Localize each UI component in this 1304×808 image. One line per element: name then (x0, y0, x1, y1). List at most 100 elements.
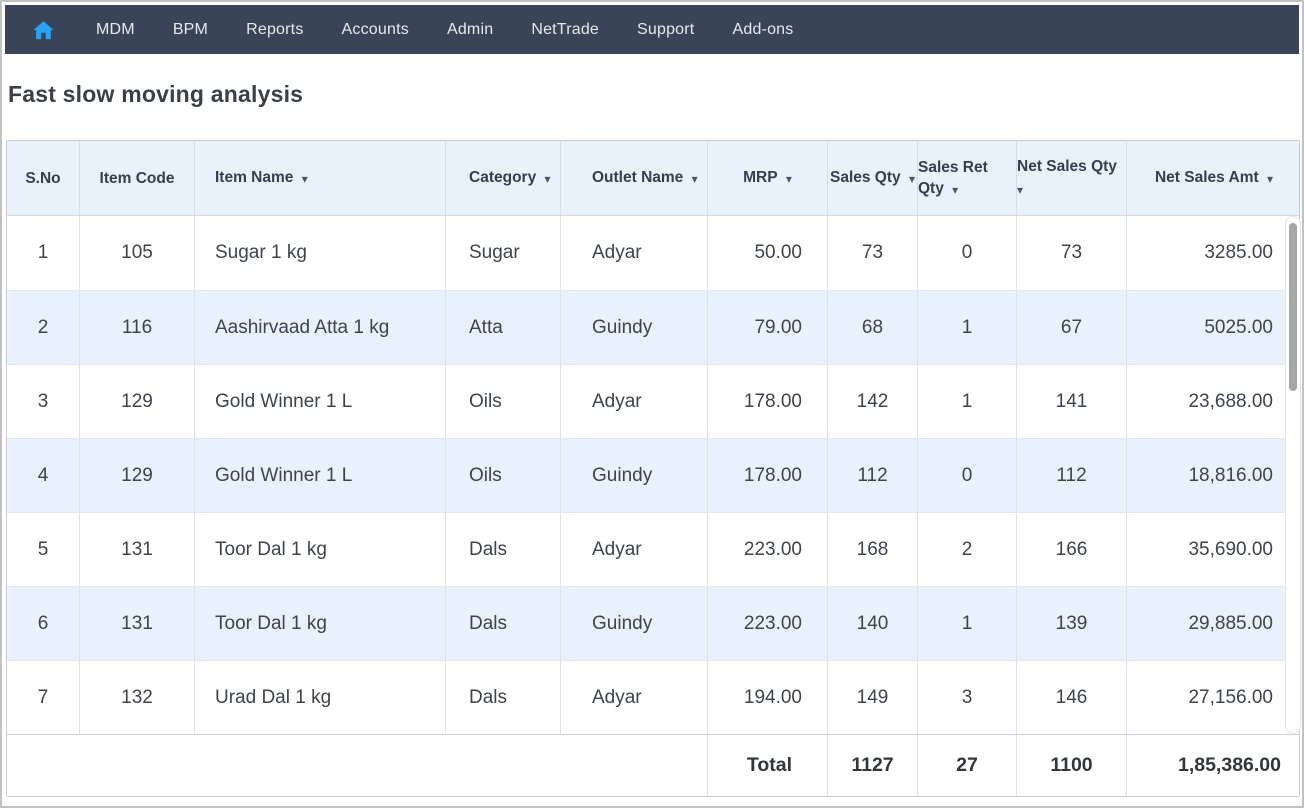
column-header-outlet_name[interactable]: Outlet Name ▾ (560, 141, 707, 215)
cell-sales_qty: 149 (827, 661, 917, 734)
cell-mrp: 79.00 (707, 291, 827, 364)
table-rows: 1105Sugar 1 kgSugarAdyar50.00730733285.0… (7, 216, 1285, 734)
column-header-net_sales_qty[interactable]: Net Sales Qty ▾ (1016, 141, 1126, 215)
column-header-net_sales_amt[interactable]: Net Sales Amt ▾ (1126, 141, 1301, 215)
column-header-label: MRP ▾ (743, 167, 792, 189)
cell-net_sales_amt: 23,688.00 (1126, 365, 1285, 438)
total-label: Total (707, 735, 827, 796)
table-body: 1105Sugar 1 kgSugarAdyar50.00730733285.0… (7, 216, 1299, 734)
cell-sales_qty: 140 (827, 587, 917, 660)
home-icon[interactable] (23, 19, 63, 41)
page: MDMBPMReportsAccountsAdminNetTradeSuppor… (0, 0, 1304, 808)
total-sales_ret_qty: 27 (917, 735, 1016, 796)
table-row: 6131Toor Dal 1 kgDalsGuindy223.001401139… (7, 586, 1285, 660)
cell-sales_qty: 68 (827, 291, 917, 364)
page-title: Fast slow moving analysis (8, 79, 1299, 109)
column-header-item_name[interactable]: Item Name ▾ (194, 141, 445, 215)
cell-net_sales_qty: 141 (1016, 365, 1126, 438)
cell-outlet_name: Adyar (560, 216, 707, 290)
cell-net_sales_qty: 67 (1016, 291, 1126, 364)
cell-item_code: 105 (79, 216, 194, 290)
cell-net_sales_amt: 5025.00 (1126, 291, 1285, 364)
cell-mrp: 50.00 (707, 216, 827, 290)
cell-item_name: Gold Winner 1 L (194, 365, 445, 438)
total-sales_qty: 1127 (827, 735, 917, 796)
column-header-label: Sales Ret Qty ▾ (918, 157, 1016, 200)
cell-sales_ret_qty: 0 (917, 439, 1016, 512)
cell-outlet_name: Adyar (560, 661, 707, 734)
cell-outlet_name: Adyar (560, 513, 707, 586)
column-header-label: Net Sales Qty ▾ (1017, 156, 1126, 200)
cell-category: Oils (445, 365, 560, 438)
cell-sno: 5 (7, 513, 79, 586)
nav-item-bpm[interactable]: BPM (154, 8, 227, 52)
cell-sales_ret_qty: 1 (917, 587, 1016, 660)
cell-outlet_name: Guindy (560, 439, 707, 512)
scrollbar-thumb[interactable] (1289, 223, 1297, 391)
cell-net_sales_amt: 29,885.00 (1126, 587, 1285, 660)
nav-item-admin[interactable]: Admin (428, 8, 512, 52)
cell-net_sales_amt: 18,816.00 (1126, 439, 1285, 512)
total-row-spacer (7, 735, 707, 796)
sort-caret-icon: ▾ (906, 172, 915, 186)
sort-caret-icon: ▾ (1017, 183, 1023, 197)
top-nav: MDMBPMReportsAccountsAdminNetTradeSuppor… (5, 5, 1299, 54)
sort-caret-icon: ▾ (949, 183, 958, 197)
column-header-label: Item Code (100, 168, 175, 189)
cell-item_name: Urad Dal 1 kg (194, 661, 445, 734)
column-header-category[interactable]: Category ▾ (445, 141, 560, 215)
cell-net_sales_qty: 112 (1016, 439, 1126, 512)
column-header-sales_ret_qty[interactable]: Sales Ret Qty ▾ (917, 141, 1016, 215)
cell-net_sales_qty: 73 (1016, 216, 1126, 290)
column-header-label: Outlet Name ▾ (592, 167, 698, 189)
cell-net_sales_qty: 139 (1016, 587, 1126, 660)
table-row: 4129Gold Winner 1 LOilsGuindy178.0011201… (7, 438, 1285, 512)
cell-category: Dals (445, 587, 560, 660)
table-row: 5131Toor Dal 1 kgDalsAdyar223.0016821663… (7, 512, 1285, 586)
column-header-label: Item Name ▾ (215, 167, 308, 189)
cell-item_code: 129 (79, 439, 194, 512)
report-table: S.No Item Code Item Name ▾ Category ▾ Outlet… (6, 140, 1300, 797)
sort-caret-icon: ▾ (298, 172, 307, 186)
nav-item-nettrade[interactable]: NetTrade (512, 8, 618, 52)
cell-item_name: Sugar 1 kg (194, 216, 445, 290)
cell-mrp: 178.00 (707, 365, 827, 438)
cell-category: Atta (445, 291, 560, 364)
cell-category: Sugar (445, 216, 560, 290)
cell-sales_qty: 112 (827, 439, 917, 512)
table-row: 3129Gold Winner 1 LOilsAdyar178.00142114… (7, 364, 1285, 438)
cell-sales_ret_qty: 0 (917, 216, 1016, 290)
cell-net_sales_amt: 3285.00 (1126, 216, 1285, 290)
nav-item-mdm[interactable]: MDM (77, 8, 154, 52)
cell-sales_qty: 168 (827, 513, 917, 586)
cell-sno: 1 (7, 216, 79, 290)
table-total-row: Total11272711001,85,386.00 (7, 734, 1299, 796)
cell-item_code: 131 (79, 513, 194, 586)
nav-item-support[interactable]: Support (618, 8, 713, 52)
table-row: 1105Sugar 1 kgSugarAdyar50.00730733285.0… (7, 216, 1285, 290)
vertical-scrollbar[interactable] (1285, 216, 1301, 734)
cell-outlet_name: Guindy (560, 291, 707, 364)
nav-menu: MDMBPMReportsAccountsAdminNetTradeSuppor… (77, 8, 812, 52)
column-header-label: S.No (25, 168, 60, 189)
nav-item-add-ons[interactable]: Add-ons (713, 8, 812, 52)
nav-item-reports[interactable]: Reports (227, 8, 322, 52)
cell-category: Oils (445, 439, 560, 512)
cell-sno: 2 (7, 291, 79, 364)
cell-sales_qty: 142 (827, 365, 917, 438)
total-net_sales_amt: 1,85,386.00 (1126, 735, 1301, 796)
cell-item_code: 132 (79, 661, 194, 734)
cell-category: Dals (445, 513, 560, 586)
sort-caret-icon: ▾ (783, 172, 792, 186)
cell-item_name: Toor Dal 1 kg (194, 587, 445, 660)
nav-item-accounts[interactable]: Accounts (323, 8, 428, 52)
column-header-sales_qty[interactable]: Sales Qty ▾ (827, 141, 917, 215)
cell-mrp: 178.00 (707, 439, 827, 512)
column-header-sno: S.No (7, 141, 79, 215)
column-header-mrp[interactable]: MRP ▾ (707, 141, 827, 215)
sort-caret-icon: ▾ (688, 172, 697, 186)
cell-net_sales_amt: 35,690.00 (1126, 513, 1285, 586)
cell-item_code: 116 (79, 291, 194, 364)
cell-item_code: 131 (79, 587, 194, 660)
cell-item_code: 129 (79, 365, 194, 438)
